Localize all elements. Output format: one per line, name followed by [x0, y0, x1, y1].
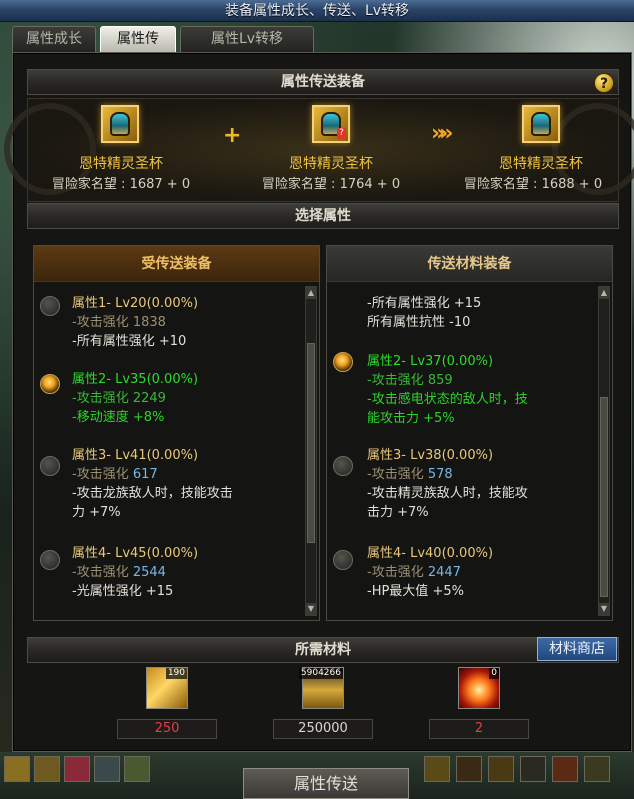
fire-orb-icon[interactable]: 0	[458, 667, 500, 709]
attr-line: -攻击感电状态的敌人时，技	[367, 392, 528, 407]
attr-line: 力 +7%	[72, 505, 121, 520]
chalice-icon	[110, 112, 130, 136]
scroll-up-icon[interactable]: ▲	[599, 287, 609, 299]
result-item-slot	[522, 105, 560, 143]
radio-button[interactable]	[40, 456, 60, 476]
attr-line: -攻击强化 2544	[72, 565, 166, 580]
help-icon[interactable]: ?	[594, 73, 614, 93]
result-item-name: 恩特精灵圣杯	[499, 156, 583, 172]
tab-attribute-growth[interactable]: 属性成长	[12, 26, 96, 52]
tab-attribute-lv-move[interactable]: 属性Lv转移	[180, 26, 314, 52]
receive-item-fame: 冒险家名望 : 1687 + 0	[51, 177, 191, 192]
attr-line: 击力 +7%	[367, 505, 429, 520]
source-item-slot[interactable]: ?	[312, 105, 350, 143]
radio-button-selected[interactable]	[40, 374, 60, 394]
receive-scrollbar[interactable]: ▲ ▼	[305, 286, 317, 616]
hud-slot[interactable]	[34, 756, 60, 782]
scroll-down-icon[interactable]: ▼	[599, 603, 609, 615]
owned-count: 5904266	[298, 668, 343, 679]
window-title: 装备属性成长、传送、Lv转移	[0, 0, 634, 22]
hud-slot[interactable]	[64, 756, 90, 782]
radio-button[interactable]	[333, 456, 353, 476]
transfer-window: 属性传送装备 ? + ? »» 恩特精灵圣杯 冒险家名望 : 1687 + 0 …	[4, 52, 634, 752]
equip-transfer-band: + ? »» 恩特精灵圣杯 冒险家名望 : 1687 + 0 恩特精灵圣杯 冒险…	[4, 98, 634, 202]
attr-line: -所有属性强化 +15	[367, 296, 482, 311]
attr-line: -攻击强化 2447	[367, 565, 461, 580]
equip-section-header: 属性传送装备 ?	[27, 69, 619, 95]
gold-bars-icon[interactable]: 5904266	[298, 667, 344, 709]
attr-line: -攻击强化 859	[367, 373, 453, 388]
result-item-fame: 冒险家名望 : 1688 + 0	[463, 177, 603, 192]
scroll-thumb[interactable]	[600, 397, 608, 597]
receive-panel: 受传送装备 ▲ ▼ 属性1- Lv20(0.00%) -攻击强化 1838 -所…	[33, 245, 320, 621]
attr-line: 能攻击力 +5%	[367, 411, 455, 426]
required-amount: 250000	[273, 719, 373, 739]
source-scrollbar[interactable]: ▲ ▼	[598, 286, 610, 616]
material-shop-button[interactable]: 材料商店	[537, 637, 617, 661]
select-section-header: 选择属性	[27, 203, 619, 229]
required-amount: 2	[429, 719, 529, 739]
attr-line: -所有属性强化 +10	[72, 334, 187, 349]
attr-line: -攻击精灵族敌人时，技能攻	[367, 486, 528, 501]
attr-line: -移动速度 +8%	[72, 410, 165, 425]
materials-section-header: 所需材料	[27, 637, 619, 663]
hud-slot[interactable]	[4, 756, 30, 782]
attr-line: -光属性强化 +15	[72, 584, 174, 599]
scroll-down-icon[interactable]: ▼	[306, 603, 316, 615]
receive-panel-title: 受传送装备	[34, 246, 319, 282]
hud-slot[interactable]	[488, 756, 514, 782]
hud-slot[interactable]	[124, 756, 150, 782]
radio-button[interactable]	[333, 550, 353, 570]
attr-title: 属性3- Lv41(0.00%)	[72, 448, 199, 463]
attr-title: 属性4- Lv40(0.00%)	[367, 546, 494, 561]
item-badge: ?	[337, 128, 346, 139]
hud-slot[interactable]	[552, 756, 578, 782]
receive-item-name: 恩特精灵圣杯	[79, 156, 163, 172]
attr-title: 属性1- Lv20(0.00%)	[72, 296, 199, 311]
attr-title: 属性3- Lv38(0.00%)	[367, 448, 494, 463]
attr-line: 所有属性抗性 -10	[367, 315, 471, 330]
plus-icon: +	[223, 123, 242, 148]
attr-line: -HP最大值 +5%	[367, 584, 464, 599]
attr-line: -攻击龙族敌人时，技能攻击	[72, 486, 233, 501]
source-panel-title: 传送材料装备	[327, 246, 612, 282]
radio-button[interactable]	[40, 550, 60, 570]
chalice-icon	[531, 112, 551, 136]
owned-count: 190	[165, 668, 187, 679]
owned-count: 0	[489, 668, 499, 679]
attr-title: 属性2- Lv35(0.00%)	[72, 372, 199, 387]
radio-button-selected[interactable]	[333, 352, 353, 372]
attr-line: -攻击强化 2249	[72, 391, 166, 406]
hud-slot[interactable]	[584, 756, 610, 782]
hud-slot[interactable]	[456, 756, 482, 782]
attr-title: 属性2- Lv37(0.00%)	[367, 354, 494, 369]
arrows-right-icon: »»	[431, 121, 454, 146]
receive-item-slot[interactable]	[101, 105, 139, 143]
source-item-name: 恩特精灵圣杯	[289, 156, 373, 172]
attr-line: -攻击强化 578	[367, 467, 453, 482]
attr-title: 属性4- Lv45(0.00%)	[72, 546, 199, 561]
hud-slot[interactable]	[520, 756, 546, 782]
gold-crystal-icon[interactable]: 190	[146, 667, 188, 709]
source-item-fame: 冒险家名望 : 1764 + 0	[261, 177, 401, 192]
source-panel: 传送材料装备 ▲ ▼ -所有属性强化 +15 所有属性抗性 -10 属性2- L…	[326, 245, 613, 621]
scroll-up-icon[interactable]: ▲	[306, 287, 316, 299]
required-amount: 250	[117, 719, 217, 739]
attr-line: -攻击强化 1838	[72, 315, 166, 330]
hud-slot[interactable]	[424, 756, 450, 782]
attribute-transfer-button[interactable]: 属性传送	[243, 768, 409, 799]
tab-attribute-transfer[interactable]: 属性传送	[100, 26, 176, 71]
radio-button[interactable]	[40, 296, 60, 316]
scroll-thumb[interactable]	[307, 343, 315, 543]
equip-section-title: 属性传送装备	[281, 74, 365, 90]
hud-slot[interactable]	[94, 756, 120, 782]
tab-bar: 属性成长 属性传送 属性Lv转移	[12, 26, 314, 71]
attr-line: -攻击强化 617	[72, 467, 158, 482]
